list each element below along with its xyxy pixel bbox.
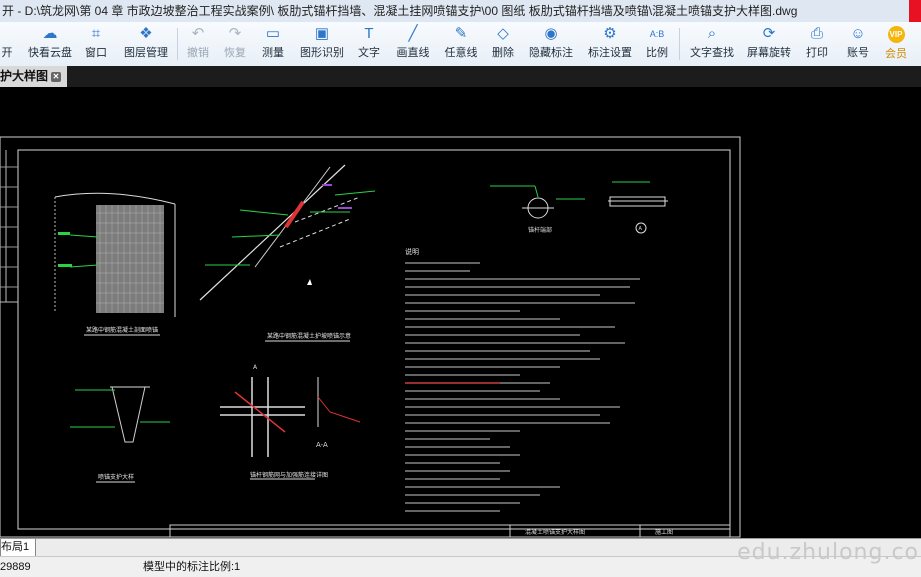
redo-button[interactable]: ↷ 恢复 [223,24,247,64]
window-icon: ⌗ [91,25,101,42]
eye-icon: ◉ [544,25,558,42]
redo-icon: ↷ [228,25,242,42]
title-block-name: 混凝土喷锚支护大样图 [525,528,585,536]
image-recognize-icon: ▣ [314,25,330,42]
title-block [169,524,731,538]
line-icon: ╱ [408,25,418,42]
document-tab[interactable]: 护大样图 ✕ [0,66,68,87]
account-button[interactable]: ☺ 账号 [846,24,870,64]
coordinates-readout: 29889 [0,561,31,573]
view-title-1: 某路中钢筋混凝土剖面喷锚 [86,326,158,334]
cloud-button[interactable]: ☁ 快看云盘 [27,24,73,64]
freeline-button[interactable]: ✎ 任意线 [444,24,478,64]
user-icon: ☺ [850,25,866,42]
rotate-screen-button[interactable]: ⟳ 屏幕旋转 [746,24,792,64]
find-text-icon: ⌕ [707,25,717,42]
ruler-icon: ▭ [265,25,281,42]
rotate-icon: ⟳ [762,25,776,42]
title-bar: 开 - D:\筑龙网\第 04 章 市政边坡整治工程实战案例\ 板肋式锚杆挡墙、… [0,0,921,22]
find-text-button[interactable]: ⌕ 文字查找 [689,24,735,64]
window-title: 开 - D:\筑龙网\第 04 章 市政边坡整治工程实战案例\ 板肋式锚杆挡墙、… [2,4,798,18]
document-tab-bar: 护大样图 ✕ [0,66,921,87]
slope-top-line [54,192,176,205]
title-block-stage: 施工图 [655,528,673,536]
section-mark-a: A [253,364,258,371]
folder-icon [0,26,16,42]
annotation-scale: 模型中的标注比例:1 [143,561,241,573]
notes-title: 说明 [405,247,419,256]
red-anchor-plate [284,200,305,229]
mesh-grid [96,205,164,313]
eraser-icon: ◇ [497,25,509,42]
vip-icon: VIP [887,26,905,43]
dimension-marks [322,184,352,209]
cloud-icon: ☁ [42,25,58,42]
view-title-3: 喷锚支护大样 [98,473,134,481]
notes-text-lines [405,262,640,512]
hide-annotations-button[interactable]: ◉ 隐藏标注 [528,24,574,64]
toolbar: 开 ☁ 快看云盘 ⌗ 窗口 ❖ 图层管理 ↶ 撤销 ↷ 恢复 ▭ 测量 ▣ 图形识别 T 文字 … [0,22,921,67]
line-button[interactable]: ╱ 画直线 [396,24,430,64]
revision-table [0,166,18,288]
annotation-settings-button[interactable]: ⚙ 标注设置 [587,24,633,64]
view-title-2: 某路中钢筋混凝土护坡喷锚示意 [267,332,351,340]
watermark: edu.zhulong.co [737,540,919,565]
print-button[interactable]: ⎙ 打印 [805,24,829,64]
undo-icon: ↶ [191,25,205,42]
cad-drawing: 混凝土喷锚支护大样图 施工图 某路中钢筋混凝土剖面喷锚 某路中钢筋混凝土护坡喷锚… [0,136,741,538]
slope-callouts [205,190,376,266]
cursor-hand-icon [307,279,312,285]
layout-tab[interactable]: 布局1 [0,539,37,557]
close-window-button[interactable] [909,0,921,22]
settings-icon: ⚙ [603,25,617,42]
recognize-button[interactable]: ▣ 图形识别 [299,24,345,64]
delete-button[interactable]: ◇ 删除 [491,24,515,64]
detail-label: 锚杆端部 [528,226,552,234]
mesh-callouts [58,232,99,268]
ratio-icon: A:B [649,29,665,39]
toolbar-divider [177,28,178,60]
pen-icon: ✎ [454,25,468,42]
open-button[interactable]: 开 [0,24,14,64]
close-tab-icon[interactable]: ✕ [51,71,62,82]
section-rebar [317,396,361,423]
layers-button[interactable]: ❖ 图层管理 [123,24,169,64]
toolbar-divider [679,28,680,60]
section-aa-label: A-A [316,441,328,449]
red-rebar [234,391,286,433]
text-button[interactable]: T 文字 [357,24,381,64]
drawing-canvas[interactable]: 混凝土喷锚支护大样图 施工图 某路中钢筋混凝土剖面喷锚 某路中钢筋混凝土护坡喷锚… [0,87,921,538]
detail-bubble-label: A [639,226,643,232]
undo-button[interactable]: ↶ 撤销 [186,24,210,64]
support-outline [111,386,146,443]
layers-icon: ❖ [139,25,153,42]
printer-icon: ⎙ [810,25,823,42]
view-title-4: 锚杆钢筋网与加强筋连接详图 [250,471,328,479]
window-button[interactable]: ⌗ 窗口 [84,24,108,64]
measure-button[interactable]: ▭ 测量 [261,24,285,64]
text-icon: T [364,25,374,42]
vip-button[interactable]: VIP 会员 [884,24,908,64]
anchor-callouts [490,185,585,200]
ratio-button[interactable]: A:B 比例 [645,24,669,64]
